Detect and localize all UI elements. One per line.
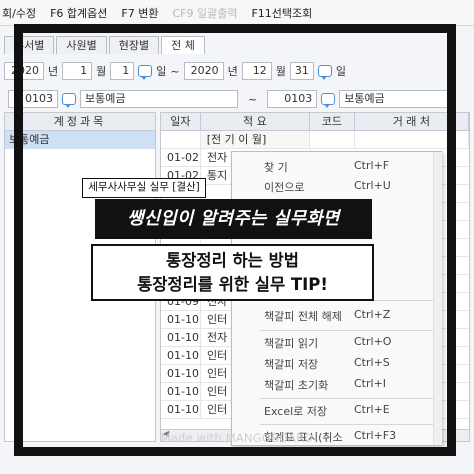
to-year-input[interactable]: 2020 bbox=[183, 62, 224, 80]
day-label: 일 bbox=[156, 65, 167, 78]
menu-f7-convert[interactable]: F7 변환 bbox=[121, 5, 158, 21]
headline-banner: 쌩신입이 알려주는 실무화면 bbox=[95, 199, 372, 239]
date-picker-icon[interactable] bbox=[317, 65, 332, 80]
cell-date: 01-10 bbox=[161, 311, 201, 328]
range-tilde: ~ bbox=[170, 64, 180, 78]
month-label: 월 bbox=[275, 65, 286, 78]
col-partner[interactable]: 거 래 처 bbox=[355, 113, 469, 130]
cell-date: 01-10 bbox=[161, 347, 201, 364]
menu-item-label: 책갈피 초기화 bbox=[264, 379, 329, 392]
col-code[interactable]: 코드 bbox=[310, 113, 355, 130]
from-year-input[interactable]: 2020 bbox=[4, 62, 44, 80]
menu-f6-sum-options[interactable]: F6 합계옵션 bbox=[50, 5, 107, 21]
year-label: 년 bbox=[48, 65, 59, 78]
function-menubar: 회/수정 F6 합계옵션 F7 변환 CF9 일괄출력 F11선택조회 bbox=[0, 0, 474, 26]
menu-item-go-back[interactable]: 이전으로 Ctrl+U bbox=[232, 178, 443, 196]
day-label: 일 bbox=[335, 65, 346, 78]
cell-code bbox=[310, 131, 355, 148]
year-label: 년 bbox=[227, 65, 238, 78]
range-tilde: ~ bbox=[248, 92, 258, 106]
cell-date: 01-10 bbox=[161, 383, 201, 400]
frame-bottom bbox=[14, 447, 456, 456]
tab-department[interactable]: 부서별 bbox=[4, 36, 55, 54]
cell-date: 01-10 bbox=[161, 329, 201, 346]
app-window: 회/수정 F6 합계옵션 F7 변환 CF9 일괄출력 F11선택조회 부서별 … bbox=[0, 0, 474, 474]
title-line-1: 통장정리 하는 방법 bbox=[166, 251, 299, 270]
col-date[interactable]: 일자 bbox=[161, 113, 201, 130]
watermark-text: Made with MANGOBOARD bbox=[160, 431, 314, 445]
view-tabs: 부서별 사원별 현장별 전 체 bbox=[0, 36, 474, 56]
account-lookup-icon[interactable] bbox=[62, 93, 76, 108]
menu-item-reset-bookmarks[interactable]: 책갈피 초기화 Ctrl+I bbox=[232, 376, 443, 394]
menu-item-shortcut: Ctrl+F bbox=[354, 159, 390, 172]
cell-partner bbox=[355, 131, 469, 148]
menu-item-label: 책갈피 저장 bbox=[264, 358, 319, 371]
to-account-code-input[interactable]: 0103 bbox=[267, 90, 318, 108]
menu-item-save-excel[interactable]: Excel로 저장 Ctrl+E bbox=[232, 402, 443, 420]
menu-item-save-bookmarks[interactable]: 책갈피 저장 Ctrl+S bbox=[232, 355, 443, 373]
menu-item-shortcut: Ctrl+Z bbox=[354, 308, 391, 321]
menu-item-clear-all-bookmarks[interactable]: 책갈피 전체 해제 Ctrl+Z bbox=[232, 307, 443, 325]
account-list-header: 계정과목 bbox=[5, 113, 155, 131]
table-row-carry-over[interactable]: [전 기 이 월] bbox=[161, 131, 469, 149]
cell-date: 01-02 bbox=[161, 149, 201, 166]
period-filter: 2020 년 1 월 1 일 ~ 2020 년 12 월 31 일 bbox=[4, 60, 470, 82]
menu-item-shortcut: Ctrl+I bbox=[354, 377, 387, 390]
context-menu-scrollbar[interactable] bbox=[433, 152, 442, 445]
menu-item-shortcut: Ctrl+S bbox=[354, 356, 390, 369]
cell-date: 01-10 bbox=[161, 365, 201, 382]
category-badge: 세무사사무실 실무 [결산] bbox=[82, 178, 206, 198]
cell-description: [전 기 이 월] bbox=[200, 131, 311, 148]
title-card: 통장정리 하는 방법 통장정리를 위한 실무 TIP! bbox=[91, 244, 374, 301]
account-list-item[interactable]: 보통예금 bbox=[5, 131, 155, 149]
menu-item-label: 책갈피 읽기 bbox=[264, 337, 319, 350]
tab-site[interactable]: 현장별 bbox=[108, 36, 160, 54]
month-label: 월 bbox=[96, 65, 107, 78]
menu-item-label: 이전으로 bbox=[264, 181, 305, 194]
menu-item-find[interactable]: 찾 기 Ctrl+F bbox=[232, 158, 443, 176]
date-picker-icon[interactable] bbox=[138, 65, 153, 80]
from-account-code-input[interactable]: 0103 bbox=[8, 90, 58, 108]
menu-item-shortcut: Ctrl+O bbox=[354, 335, 392, 348]
menu-item-label: Excel로 저장 bbox=[264, 405, 327, 418]
menu-f11-select-query[interactable]: F11선택조회 bbox=[251, 5, 312, 21]
cell-date: 01-10 bbox=[161, 401, 201, 418]
to-month-input[interactable]: 12 bbox=[241, 62, 272, 80]
menu-item-shortcut: Ctrl+E bbox=[354, 403, 390, 416]
to-day-input[interactable]: 31 bbox=[289, 62, 314, 80]
menu-item-label: 찾 기 bbox=[264, 161, 288, 174]
account-filter: 0103 보통예금 ~ 0103 보통예금 bbox=[4, 88, 470, 110]
title-line-2: 통장정리를 위한 실무 TIP! bbox=[137, 275, 328, 294]
menu-separator bbox=[260, 424, 436, 425]
from-account-name: 보통예금 bbox=[80, 90, 238, 108]
account-lookup-icon[interactable] bbox=[321, 93, 336, 108]
from-day-input[interactable]: 1 bbox=[110, 62, 135, 80]
tab-employee[interactable]: 사원별 bbox=[56, 36, 107, 54]
tab-all[interactable]: 전 체 bbox=[161, 36, 205, 54]
menu-item-shortcut: Ctrl+U bbox=[354, 179, 391, 192]
menu-cf9-batch-print[interactable]: CF9 일괄출력 bbox=[172, 5, 237, 21]
ledger-grid-header: 일자 적 요 코드 거 래 처 bbox=[161, 113, 469, 131]
menu-separator bbox=[260, 330, 436, 331]
menu-edit[interactable]: 회/수정 bbox=[2, 5, 36, 21]
menu-item-read-bookmarks[interactable]: 책갈피 읽기 Ctrl+O bbox=[232, 334, 443, 352]
cell-date bbox=[161, 131, 201, 148]
from-month-input[interactable]: 1 bbox=[62, 62, 93, 80]
menu-item-label: 책갈피 전체 해제 bbox=[264, 310, 342, 323]
to-account-name: 보통예금 bbox=[339, 90, 450, 108]
menu-separator bbox=[260, 398, 436, 399]
col-description[interactable]: 적 요 bbox=[201, 113, 311, 130]
